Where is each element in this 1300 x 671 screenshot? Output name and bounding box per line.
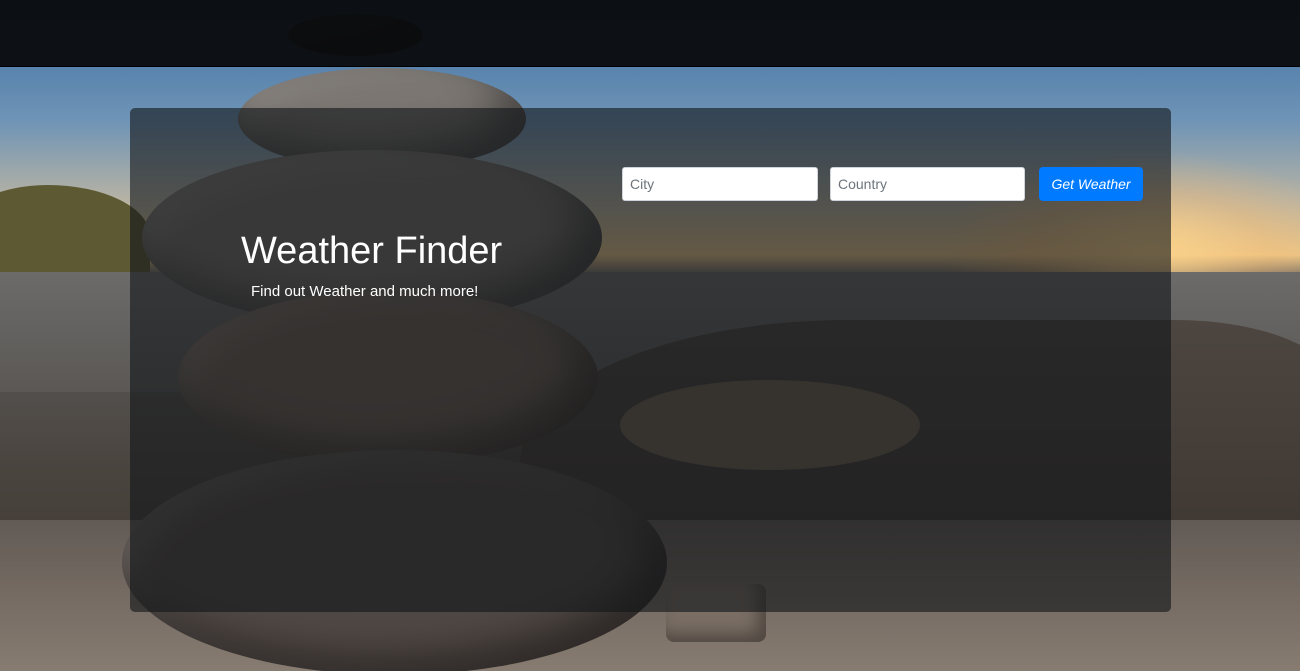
weather-finder-page: Weather Finder Find out Weather and much… xyxy=(0,0,1300,671)
page-title: Weather Finder xyxy=(241,230,503,272)
top-navbar xyxy=(0,0,1300,67)
country-input[interactable] xyxy=(830,167,1025,201)
coastal-hill xyxy=(0,185,150,280)
city-input[interactable] xyxy=(622,167,818,201)
get-weather-button[interactable]: Get Weather xyxy=(1039,167,1143,201)
page-subtitle: Find out Weather and much more! xyxy=(251,283,479,300)
